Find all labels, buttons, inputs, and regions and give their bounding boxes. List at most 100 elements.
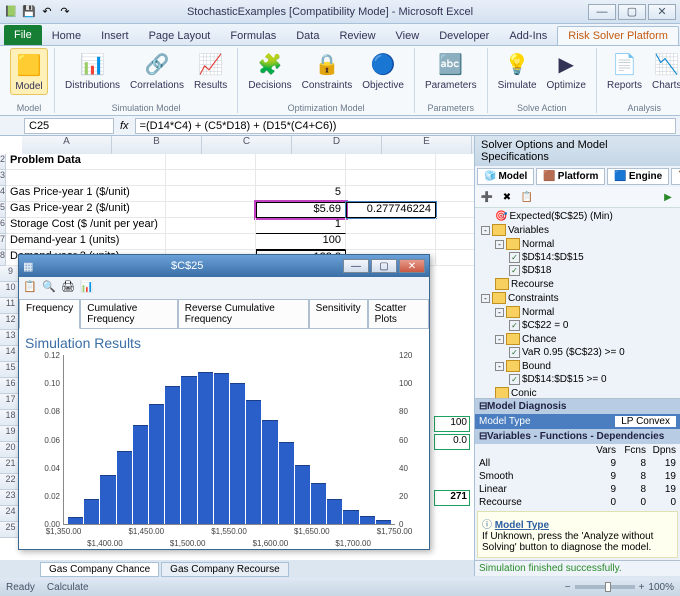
tree-node[interactable]: ✓$D$14:$D$15 (477, 251, 678, 264)
zoom-in-icon[interactable]: + (639, 582, 645, 593)
cell[interactable] (166, 154, 256, 170)
parameters-button[interactable]: 🔤Parameters (421, 48, 481, 93)
cell[interactable] (6, 170, 166, 186)
model-button[interactable]: 🟨Model (10, 48, 48, 95)
delete-icon[interactable]: ✖ (499, 189, 515, 205)
tree-node[interactable]: 🎯Expected($C$25) (Min) (477, 210, 678, 223)
cell[interactable] (166, 186, 256, 202)
col-header[interactable]: B (112, 136, 202, 154)
tab-review[interactable]: Review (329, 27, 385, 45)
chart-tab-scatter[interactable]: Scatter Plots (368, 299, 429, 329)
tab-formulas[interactable]: Formulas (220, 27, 286, 45)
add-icon[interactable]: ➕ (479, 189, 495, 205)
correlations-button[interactable]: 🔗Correlations (126, 48, 188, 93)
minimize-icon[interactable]: — (343, 259, 369, 273)
tab-insert[interactable]: Insert (91, 27, 139, 45)
name-box[interactable]: C25 (24, 118, 114, 134)
tree-node[interactable]: ✓$C$22 = 0 (477, 319, 678, 332)
tab-pagelayout[interactable]: Page Layout (139, 27, 221, 45)
tree-node[interactable]: -Chance (477, 332, 678, 346)
decisions-button[interactable]: 🧩Decisions (244, 48, 295, 93)
zoom-out-icon[interactable]: − (565, 582, 571, 593)
col-header[interactable]: A (22, 136, 112, 154)
tree-node[interactable]: ✓VaR 0.95 ($C$23) >= 0 (477, 346, 678, 359)
solver-tab-output[interactable]: 📜Output (671, 168, 680, 185)
tree-node[interactable]: -Normal (477, 237, 678, 251)
cell[interactable] (436, 250, 474, 266)
tab-data[interactable]: Data (286, 27, 329, 45)
chart-tab-cumfreq[interactable]: Cumulative Frequency (80, 299, 178, 329)
play-icon[interactable]: ▶ (660, 189, 676, 205)
fx-icon[interactable]: fx (114, 120, 135, 132)
tree-node[interactable]: Recourse (477, 277, 678, 291)
reports-button[interactable]: 📄Reports (603, 48, 646, 93)
undo-icon[interactable]: ↶ (40, 5, 54, 19)
cell[interactable] (436, 186, 474, 202)
tab-home[interactable]: Home (42, 27, 91, 45)
cell[interactable]: Storage Cost ($ /unit per year) (6, 218, 166, 234)
tree-node[interactable]: ✓$D$14:$D$15 >= 0 (477, 373, 678, 386)
solver-tab-engine[interactable]: 🟦Engine (607, 168, 669, 185)
col-header[interactable]: E (382, 136, 472, 154)
tree-node[interactable]: -Bound (477, 359, 678, 373)
solver-tab-platform[interactable]: 🟫Platform (536, 168, 605, 185)
chart-window[interactable]: ▦ $C$25 — ▢ ✕ 📋 🔍 🖨 📊 Frequency Cumulati… (18, 254, 430, 550)
maximize-icon[interactable]: ▢ (618, 4, 646, 20)
redo-icon[interactable]: ↷ (58, 5, 72, 19)
solver-tab-model[interactable]: 🧊Model (477, 168, 534, 185)
cell[interactable]: 1 (256, 218, 346, 234)
cell[interactable] (436, 202, 474, 218)
cell[interactable]: $5.69 (256, 202, 346, 218)
col-header[interactable]: C (202, 136, 292, 154)
toolbar-icon[interactable]: 📋 (23, 280, 39, 296)
sheet-tab[interactable]: Gas Company Recourse (161, 562, 289, 577)
cell[interactable] (436, 234, 474, 250)
chart-tab-revcumfreq[interactable]: Reverse Cumulative Frequency (178, 299, 309, 329)
distributions-button[interactable]: 📊Distributions (61, 48, 124, 93)
cell[interactable]: Gas Price-year 2 ($/unit) (6, 202, 166, 218)
tree-node[interactable]: -Constraints (477, 291, 678, 305)
results-button[interactable]: 📈Results (190, 48, 231, 93)
cell[interactable] (256, 170, 346, 186)
minimize-icon[interactable]: — (588, 4, 616, 20)
optimize-button[interactable]: ▶Optimize (543, 48, 590, 93)
cell[interactable] (436, 218, 474, 234)
maximize-icon[interactable]: ▢ (371, 259, 397, 273)
cell[interactable]: 0.277746224 (346, 202, 436, 218)
tree-node[interactable]: Conic (477, 386, 678, 398)
toolbar-icon[interactable]: 📊 (80, 280, 96, 296)
tab-addins[interactable]: Add-Ins (499, 27, 557, 45)
chart-tab-frequency[interactable]: Frequency (19, 299, 80, 329)
constraints-button[interactable]: 🔒Constraints (298, 48, 357, 93)
charts-button[interactable]: 📉Charts (648, 48, 680, 93)
toolbar-icon[interactable]: 🖨 (61, 280, 77, 296)
tree-node[interactable]: -Normal (477, 305, 678, 319)
cell[interactable]: Problem Data (6, 154, 166, 170)
simulate-button[interactable]: 💡Simulate (494, 48, 541, 93)
tree-node[interactable]: -Variables (477, 223, 678, 237)
cell[interactable] (346, 170, 436, 186)
cell[interactable] (436, 154, 474, 170)
cell[interactable]: Demand-year 1 (units) (6, 234, 166, 250)
cell[interactable] (346, 186, 436, 202)
close-icon[interactable]: ✕ (648, 4, 676, 20)
tab-view[interactable]: View (386, 27, 430, 45)
formula-input[interactable]: =(D14*C4) + (C5*D18) + (D15*(C4+C6)) (135, 118, 676, 134)
cell[interactable] (346, 154, 436, 170)
cell[interactable] (256, 154, 346, 170)
cell[interactable] (346, 234, 436, 250)
chart-tab-sensitivity[interactable]: Sensitivity (309, 299, 368, 329)
close-icon[interactable]: ✕ (399, 259, 425, 273)
copy-icon[interactable]: 📋 (519, 189, 535, 205)
toolbar-icon[interactable]: 🔍 (42, 280, 58, 296)
cell[interactable] (166, 170, 256, 186)
tree-node[interactable]: ✓$D$18 (477, 264, 678, 277)
cell[interactable] (166, 218, 256, 234)
cell[interactable]: 100 (256, 234, 346, 250)
cell[interactable]: 5 (256, 186, 346, 202)
objective-button[interactable]: 🔵Objective (358, 48, 408, 93)
save-icon[interactable]: 💾 (22, 5, 36, 19)
cell[interactable] (166, 202, 256, 218)
cell[interactable] (166, 234, 256, 250)
sheet-tab[interactable]: Gas Company Chance (40, 562, 159, 577)
